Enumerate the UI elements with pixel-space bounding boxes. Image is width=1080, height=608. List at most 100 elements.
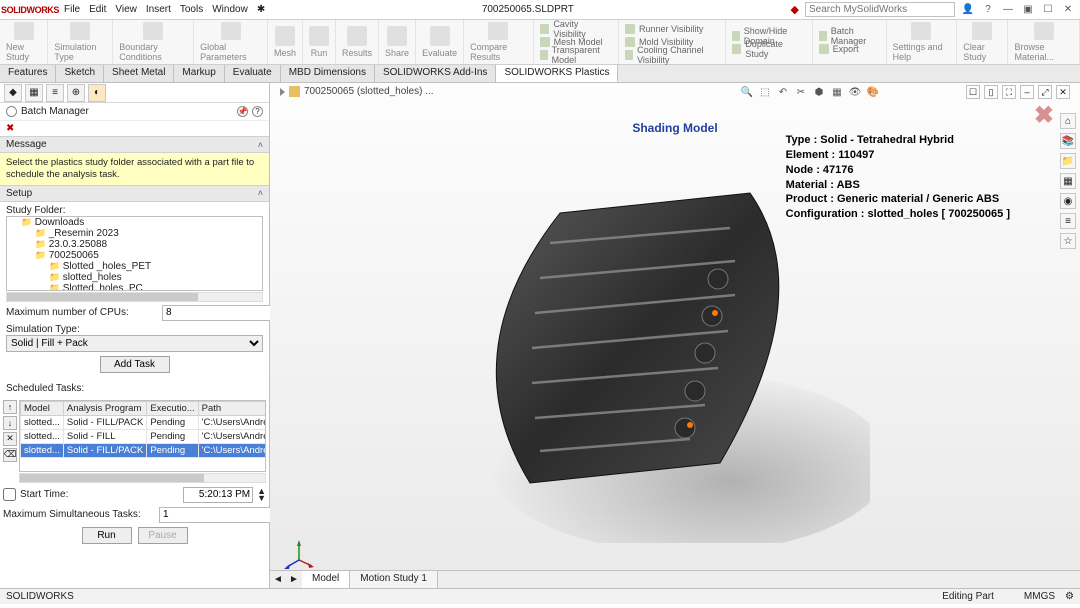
appearances-icon[interactable]: ◉	[1060, 193, 1076, 209]
task-down-button[interactable]: ↓	[3, 416, 17, 430]
ribbon-mesh[interactable]: Mesh	[268, 20, 303, 64]
ribbon-results[interactable]: Results	[336, 20, 379, 64]
col-program[interactable]: Analysis Program	[63, 401, 146, 415]
ribbon-new-study[interactable]: New Study	[0, 20, 48, 64]
close-view-icon[interactable]: ✕	[1056, 85, 1070, 99]
ribbon-cooling-vis[interactable]: Cooling Channel Visibility	[625, 49, 719, 62]
sim-type-select[interactable]: Solid | Fill + Pack	[6, 335, 263, 352]
tab-motion-study[interactable]: Motion Study 1	[350, 571, 438, 588]
ribbon-share[interactable]: Share	[379, 20, 416, 64]
login-icon[interactable]: 👤	[961, 3, 975, 17]
single-view-icon[interactable]: ☐	[966, 85, 980, 99]
breadcrumb[interactable]: 700250065 (slotted_holes) ...	[280, 86, 434, 97]
ribbon-boundary[interactable]: Boundary Conditions	[113, 20, 194, 64]
tab-mbd[interactable]: MBD Dimensions	[281, 65, 375, 82]
task-row[interactable]: slotted...Solid - FILLPending'C:\Users\A…	[21, 429, 267, 443]
menu-file[interactable]: File	[64, 4, 80, 15]
menu-window[interactable]: Window	[212, 4, 248, 15]
start-time-input[interactable]	[183, 487, 253, 503]
zoom-fit-icon[interactable]: 🔍	[740, 85, 754, 99]
task-up-button[interactable]: ↑	[3, 400, 17, 414]
col-exec[interactable]: Executio...	[147, 401, 198, 415]
start-time-checkbox[interactable]	[3, 488, 16, 501]
message-header[interactable]: Message˄	[0, 136, 269, 153]
ribbon-cavity-vis[interactable]: Cavity Visibility	[540, 23, 612, 36]
ribbon-transparent[interactable]: Transparent Model	[540, 49, 612, 62]
tab-plastics[interactable]: SOLIDWORKS Plastics	[496, 65, 618, 82]
view-triad[interactable]	[284, 540, 314, 570]
task-row-selected[interactable]: slotted...Solid - FILL/PACKPending'C:\Us…	[21, 443, 267, 457]
fullscreen-icon[interactable]: ⤢	[1038, 85, 1052, 99]
hide-show-icon[interactable]: 👁	[848, 85, 862, 99]
pin-icon[interactable]: 📌	[237, 106, 248, 117]
ribbon-duplicate-study[interactable]: Duplicate Study	[732, 42, 806, 55]
tab-addins[interactable]: SOLIDWORKS Add-Ins	[375, 65, 496, 82]
search-input[interactable]	[805, 2, 955, 17]
section-view-icon[interactable]: ✂	[794, 85, 808, 99]
ribbon-compare[interactable]: Compare Results	[464, 20, 533, 64]
ribbon-evaluate[interactable]: Evaluate	[416, 20, 464, 64]
appearance-icon[interactable]: 🎨	[866, 85, 880, 99]
pm-tab-plastics[interactable]: ◐	[88, 84, 106, 102]
ribbon-global-params[interactable]: Global Parameters	[194, 20, 268, 64]
pm-tab-prop-mgr[interactable]: ▦	[25, 84, 43, 102]
minus-icon[interactable]: –	[1020, 85, 1034, 99]
ribbon-browse-material[interactable]: Browse Material...	[1008, 20, 1080, 64]
display-style-icon[interactable]: ▦	[830, 85, 844, 99]
forum-icon[interactable]: ☆	[1060, 233, 1076, 249]
time-stepper[interactable]: ▲▼	[257, 488, 266, 502]
ribbon-sim-type[interactable]: Simulation Type	[48, 20, 113, 64]
tab-scroll-left[interactable]: ◄	[270, 571, 286, 588]
task-row[interactable]: slotted...Solid - FILL/PACKPending'C:\Us…	[21, 415, 267, 429]
tab-scroll-right[interactable]: ►	[286, 571, 302, 588]
run-button[interactable]: Run	[82, 527, 132, 544]
ribbon-settings-help[interactable]: Settings and Help	[887, 20, 958, 64]
tab-features[interactable]: Features	[0, 65, 56, 82]
help-icon-pm[interactable]: ?	[252, 106, 263, 117]
tab-sheet-metal[interactable]: Sheet Metal	[104, 65, 174, 82]
menu-view[interactable]: View	[115, 4, 137, 15]
maximize-icon[interactable]: ☐	[1041, 3, 1055, 17]
status-units[interactable]: MMGS	[1024, 591, 1055, 602]
pm-close-button[interactable]: ✖	[0, 121, 269, 136]
pm-tab-config-mgr[interactable]: ≡	[46, 84, 64, 102]
graphics-area[interactable]: 700250065 (slotted_holes) ... 🔍 ⬚ ↶ ✂ ⬢ …	[270, 83, 1080, 588]
col-model[interactable]: Model	[21, 401, 64, 415]
pause-button[interactable]: Pause	[138, 527, 188, 544]
link-views-icon[interactable]: ⛶	[1002, 85, 1016, 99]
ribbon-runner-vis[interactable]: Runner Visibility	[625, 23, 703, 36]
prev-view-icon[interactable]: ↶	[776, 85, 790, 99]
ribbon-run[interactable]: Run	[303, 20, 336, 64]
custom-props-icon[interactable]: ≡	[1060, 213, 1076, 229]
help-icon[interactable]: ?	[981, 3, 995, 17]
setup-header[interactable]: Setup˄	[0, 185, 269, 202]
menu-star[interactable]: ✱	[257, 4, 265, 15]
task-table[interactable]: Model Analysis Program Executio... Path …	[19, 400, 266, 472]
design-lib-icon[interactable]: 📚	[1060, 133, 1076, 149]
folder-tree[interactable]: Downloads _Resemin 2023 23.0.3.25088 700…	[6, 216, 263, 291]
restore-icon[interactable]: ▣	[1021, 3, 1035, 17]
tab-sketch[interactable]: Sketch	[56, 65, 104, 82]
pm-tab-dimx[interactable]: ⊕	[67, 84, 85, 102]
close-icon[interactable]: ✕	[1061, 3, 1075, 17]
col-path[interactable]: Path	[198, 401, 266, 415]
view-orient-icon[interactable]: ⬢	[812, 85, 826, 99]
study-close-icon[interactable]: ✖	[1034, 101, 1054, 130]
task-clear-button[interactable]: ⌫	[3, 448, 17, 462]
ribbon-clear-study[interactable]: Clear Study	[957, 20, 1008, 64]
menu-edit[interactable]: Edit	[89, 4, 106, 15]
task-scrollbar[interactable]	[19, 473, 266, 483]
status-gear-icon[interactable]: ⚙	[1065, 591, 1074, 602]
tab-markup[interactable]: Markup	[174, 65, 224, 82]
pm-tab-feature-mgr[interactable]: ◆	[4, 84, 22, 102]
view-palette-icon[interactable]: ▦	[1060, 173, 1076, 189]
file-explorer-icon[interactable]: 📁	[1060, 153, 1076, 169]
minimize-icon[interactable]: —	[1001, 3, 1015, 17]
tab-evaluate[interactable]: Evaluate	[225, 65, 281, 82]
two-view-icon[interactable]: ▯	[984, 85, 998, 99]
menu-insert[interactable]: Insert	[146, 4, 171, 15]
menu-tools[interactable]: Tools	[180, 4, 203, 15]
zoom-area-icon[interactable]: ⬚	[758, 85, 772, 99]
add-task-button[interactable]: Add Task	[100, 356, 170, 373]
sw-resources-icon[interactable]: ⌂	[1060, 113, 1076, 129]
